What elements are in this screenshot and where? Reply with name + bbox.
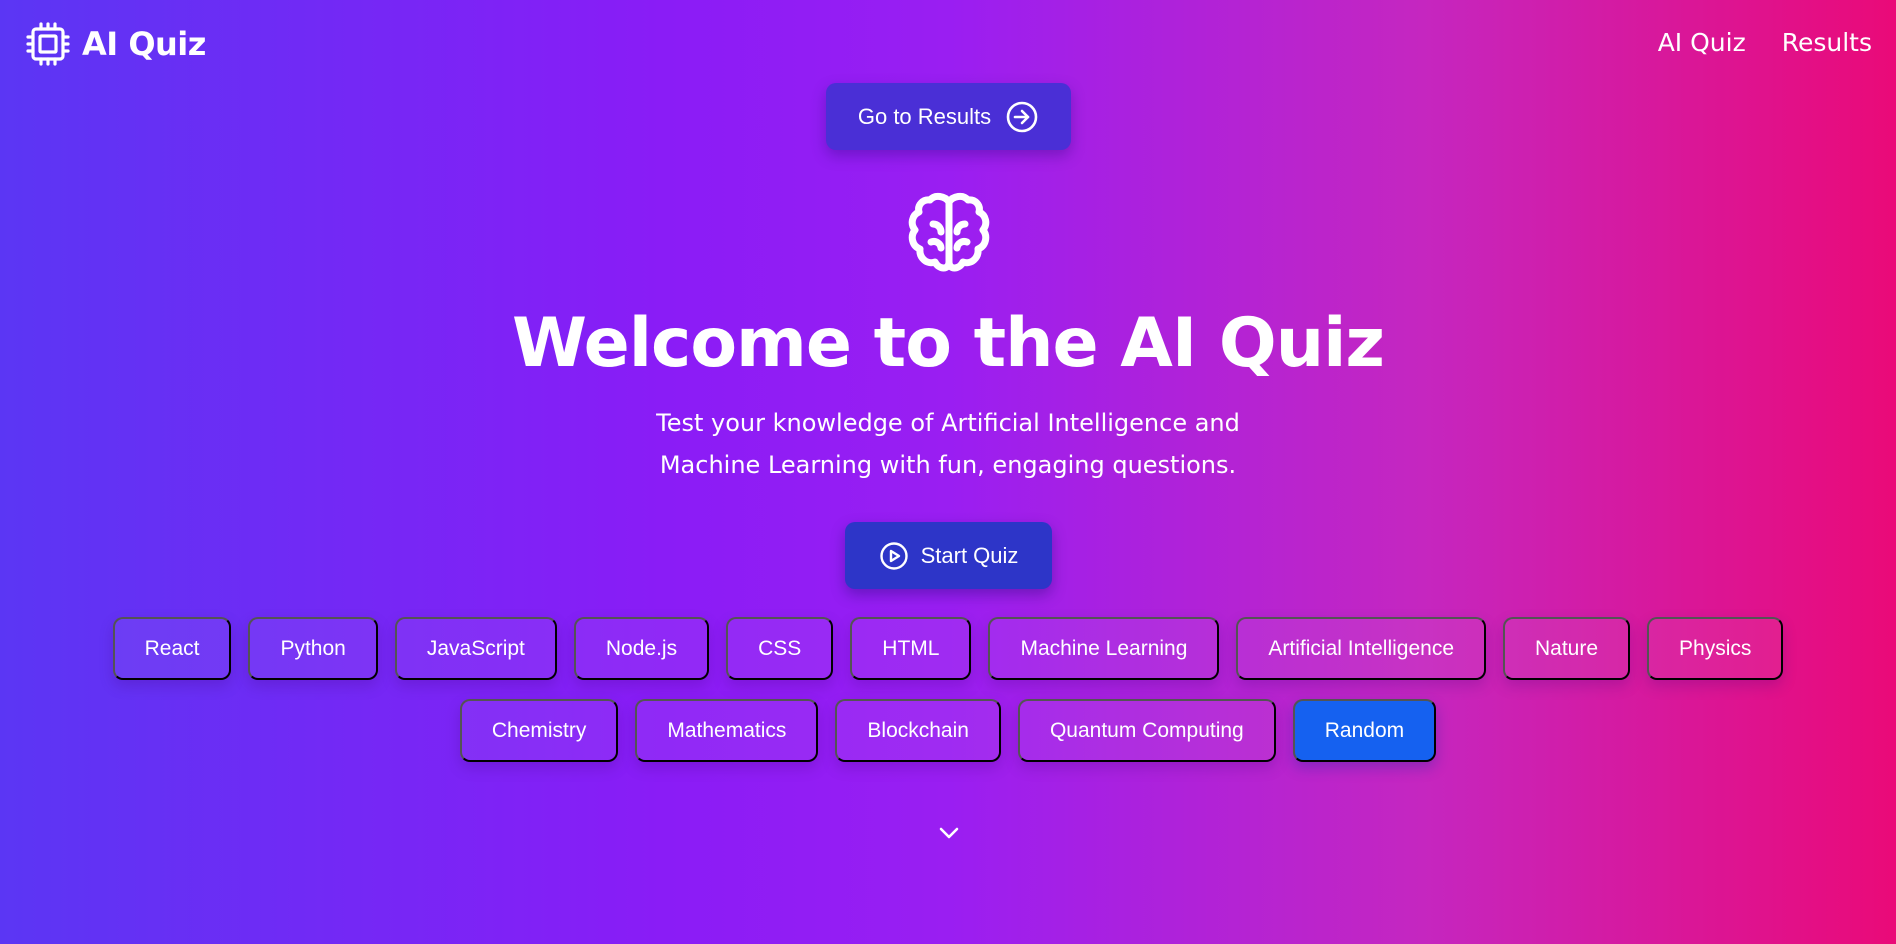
category-chip-python[interactable]: Python bbox=[248, 617, 378, 680]
category-chips-row-1: React Python JavaScript Node.js CSS HTML… bbox=[0, 617, 1896, 680]
subtitle-line-1: Test your knowledge of Artificial Intell… bbox=[656, 409, 1240, 437]
category-chip-nature[interactable]: Nature bbox=[1503, 617, 1631, 680]
start-quiz-label: Start Quiz bbox=[920, 542, 1019, 568]
category-chip-random[interactable]: Random bbox=[1292, 699, 1437, 762]
page-title: Welcome to the AI Quiz bbox=[512, 304, 1385, 383]
category-chip-physics[interactable]: Physics bbox=[1647, 617, 1784, 680]
arrow-right-circle-icon bbox=[1006, 101, 1038, 132]
category-chip-html[interactable]: HTML bbox=[850, 617, 972, 680]
nav-link-results[interactable]: Results bbox=[1782, 28, 1872, 57]
brain-icon bbox=[908, 192, 990, 272]
subtitle: Test your knowledge of Artificial Intell… bbox=[598, 402, 1298, 486]
go-to-results-label: Go to Results bbox=[857, 103, 992, 129]
subtitle-line-2: Machine Learning with fun, engaging ques… bbox=[659, 451, 1237, 479]
top-nav: AI Quiz Results bbox=[1658, 28, 1872, 57]
brand-name: AI Quiz bbox=[82, 25, 206, 63]
category-chip-css[interactable]: CSS bbox=[726, 617, 834, 680]
category-chip-javascript[interactable]: JavaScript bbox=[394, 617, 557, 680]
category-chip-blockchain[interactable]: Blockchain bbox=[835, 699, 1001, 762]
category-chip-react[interactable]: React bbox=[112, 617, 232, 680]
cpu-chip-icon bbox=[26, 22, 70, 66]
category-chip-artificial-intelligence[interactable]: Artificial Intelligence bbox=[1236, 617, 1486, 680]
nav-link-ai-quiz[interactable]: AI Quiz bbox=[1658, 28, 1746, 57]
start-quiz-button[interactable]: Start Quiz bbox=[845, 522, 1052, 589]
category-chip-chemistry[interactable]: Chemistry bbox=[459, 699, 619, 762]
chevron-down-icon[interactable] bbox=[937, 825, 961, 841]
go-to-results-button[interactable]: Go to Results bbox=[826, 83, 1071, 150]
category-chips-row-2: Chemistry Mathematics Blockchain Quantum… bbox=[0, 699, 1896, 762]
category-chip-quantum-computing[interactable]: Quantum Computing bbox=[1017, 699, 1276, 762]
play-circle-icon bbox=[879, 541, 908, 570]
category-chip-nodejs[interactable]: Node.js bbox=[573, 617, 710, 680]
brand[interactable]: AI Quiz bbox=[26, 22, 206, 66]
category-chip-machine-learning[interactable]: Machine Learning bbox=[988, 617, 1220, 680]
category-chip-mathematics[interactable]: Mathematics bbox=[635, 699, 819, 762]
